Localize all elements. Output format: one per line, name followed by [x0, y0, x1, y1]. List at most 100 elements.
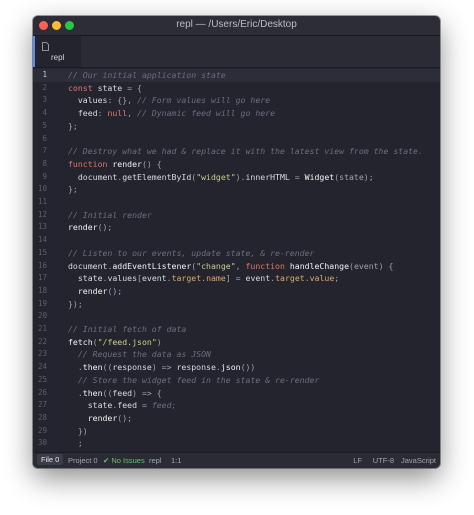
- code-text: state.values[event.target.name] = event.…: [68, 272, 339, 285]
- code-text: render();: [68, 221, 112, 234]
- code-line[interactable]: 8 function render() {: [33, 158, 440, 171]
- code-line[interactable]: 10};: [33, 183, 440, 196]
- code-line[interactable]: 29 }): [33, 425, 440, 438]
- code-token: then: [82, 387, 103, 398]
- line-number: 9: [42, 171, 47, 181]
- code-token: target: [275, 273, 305, 284]
- code-token: ).: [235, 171, 246, 182]
- line-number: 10: [37, 184, 47, 194]
- issues-status[interactable]: ✔ No Issues: [103, 456, 145, 465]
- code-token: .: [68, 362, 83, 373]
- code-line[interactable]: 7 // Destroy what we had & replace it wit…: [33, 145, 440, 158]
- line-number: 25: [37, 374, 47, 384]
- tab-repl[interactable]: repl: [33, 36, 81, 67]
- line-number: 22: [37, 336, 47, 346]
- line-number: 5: [42, 120, 47, 130]
- code-line[interactable]: 22 fetch("/feed.json"): [33, 336, 440, 349]
- code-token: =: [141, 400, 152, 411]
- code-token: ) =>: [151, 362, 177, 373]
- line-number: 12: [37, 209, 47, 219]
- line-number: 8: [42, 158, 47, 168]
- code-text: document.addEventListener("change", func…: [68, 260, 393, 273]
- code-line[interactable]: 28 render();: [33, 412, 440, 425]
- line-number: 16: [37, 260, 47, 270]
- code-line[interactable]: 3 values: {}, // Form values will go her…: [33, 94, 440, 107]
- code-line[interactable]: 26 .then((feed) => {: [33, 387, 440, 400]
- code-line[interactable]: 23 // Request the data as JSON: [33, 348, 440, 361]
- code-token: then: [82, 362, 103, 373]
- tab-label: repl: [51, 53, 65, 62]
- code-token: = {: [127, 82, 142, 93]
- code-token: render: [112, 158, 142, 169]
- code-text: .then((response) => response.json()): [68, 361, 256, 374]
- code-text: // Our initial application state: [68, 69, 226, 82]
- line-number: 29: [37, 425, 47, 435]
- code-line[interactable]: 20: [33, 310, 440, 323]
- line-number: 20: [37, 311, 47, 321]
- line-number: 2: [42, 82, 47, 92]
- code-token: document: [68, 260, 108, 271]
- code-line[interactable]: 9 document.getElementById("widget").inne…: [33, 171, 440, 184]
- code-line[interactable]: 16 document.addEventListener("change", fu…: [33, 260, 440, 273]
- line-number: 15: [37, 247, 47, 257]
- line-ending-selector[interactable]: LF: [353, 456, 362, 465]
- file-icon: [42, 42, 49, 51]
- code-token: event: [245, 273, 271, 284]
- project-count-button[interactable]: Project 0: [68, 456, 98, 465]
- code-text: });: [68, 298, 83, 311]
- code-token: values: [68, 95, 108, 106]
- code-line[interactable]: 11: [33, 196, 440, 209]
- code-token: state: [68, 400, 113, 411]
- code-token: function: [68, 158, 113, 169]
- code-token: render: [68, 285, 108, 296]
- encoding-selector[interactable]: UTF-8: [373, 456, 394, 465]
- code-line[interactable]: 1 // Our initial application state: [33, 69, 440, 82]
- code-line[interactable]: 30 ;: [33, 437, 440, 450]
- code-line[interactable]: 17 state.values[event.target.name] = eve…: [33, 272, 440, 285]
- code-token: ] =: [225, 273, 246, 284]
- cursor-position[interactable]: 1:1: [171, 456, 181, 465]
- code-line[interactable]: 5};: [33, 120, 440, 133]
- code-token: // Initial fetch of data: [68, 324, 187, 334]
- code-token: ): [156, 336, 162, 347]
- code-line[interactable]: 6: [33, 133, 440, 146]
- code-line[interactable]: 27 state.feed = feed;: [33, 399, 440, 412]
- title-bar[interactable]: repl — /Users/Eric/Desktop: [33, 16, 440, 36]
- code-line[interactable]: 24 .then((response) => response.json()): [33, 361, 440, 374]
- file-count-button[interactable]: File 0: [37, 454, 64, 465]
- editor-window: repl — /Users/Eric/Desktop repl 1 // Our …: [33, 16, 440, 468]
- code-token: ((: [102, 362, 113, 373]
- code-line[interactable]: 13 render();: [33, 221, 440, 234]
- code-token: // Listen to our events, update state, &…: [68, 247, 315, 258]
- code-line[interactable]: 14: [33, 234, 440, 247]
- code-token: : {},: [107, 95, 138, 106]
- code-line[interactable]: 21 // Initial fetch of data: [33, 323, 440, 336]
- code-line[interactable]: 12 // Initial render: [33, 209, 440, 222]
- code-token: null: [107, 108, 128, 119]
- code-token: };: [68, 120, 78, 131]
- code-token: getElementById: [122, 171, 192, 182]
- file-name-status[interactable]: repl: [149, 456, 162, 465]
- line-number: 13: [37, 222, 47, 232]
- code-text: fetch("/feed.json"): [68, 336, 162, 349]
- code-line[interactable]: 19});: [33, 298, 440, 311]
- code-text: ;: [68, 437, 83, 450]
- code-token: // Initial render: [68, 209, 152, 220]
- code-token: ) => {: [132, 387, 162, 398]
- code-token: target: [171, 273, 202, 284]
- code-token: state: [97, 82, 128, 93]
- code-token: }): [68, 425, 88, 436]
- code-line[interactable]: 4 feed: null, // Dynamic feed will go he…: [33, 107, 440, 120]
- code-token: // Store the widget feed in the state & …: [68, 374, 320, 385]
- code-token: render: [68, 222, 98, 233]
- code-line[interactable]: 18 render();: [33, 285, 440, 298]
- code-text: // Request the data as JSON: [68, 348, 211, 361]
- code-token: handleChange: [289, 260, 350, 271]
- code-line[interactable]: 2 const state = {: [33, 82, 440, 95]
- language-selector[interactable]: JavaScript: [401, 456, 436, 465]
- code-line[interactable]: 25 // Store the widget feed in the state…: [33, 374, 440, 387]
- code-token: .: [68, 387, 83, 398]
- code-editor[interactable]: 1 // Our initial application state 2 const …: [33, 67, 440, 460]
- line-number: 1: [42, 70, 47, 79]
- code-line[interactable]: 15 // Listen to our events, update state,…: [33, 247, 440, 260]
